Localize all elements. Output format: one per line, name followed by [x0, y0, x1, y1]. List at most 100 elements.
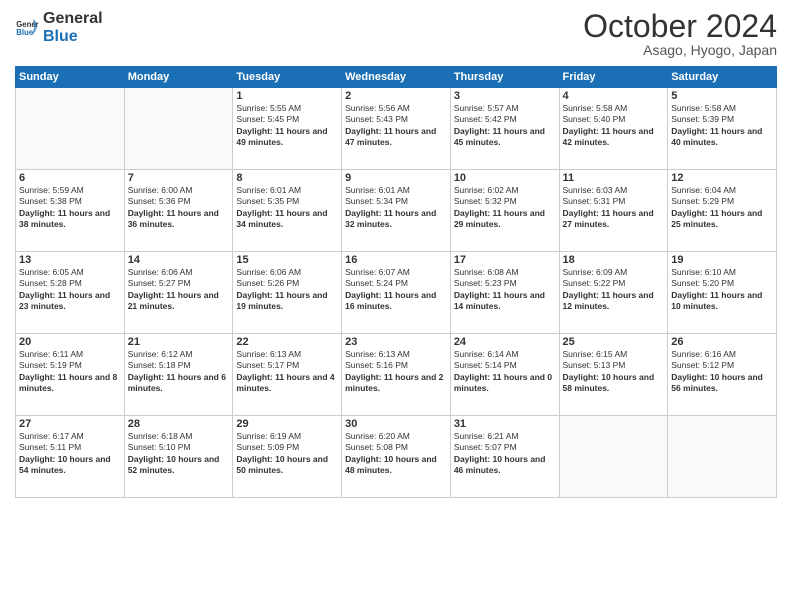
calendar-cell: 6Sunrise: 5:59 AMSunset: 5:38 PMDaylight…	[16, 170, 125, 252]
cell-info: Sunrise: 5:58 AMSunset: 5:39 PMDaylight:…	[671, 103, 773, 149]
cell-info: Sunrise: 6:05 AMSunset: 5:28 PMDaylight:…	[19, 267, 121, 313]
calendar-cell: 1Sunrise: 5:55 AMSunset: 5:45 PMDaylight…	[233, 88, 342, 170]
calendar-week-row: 27Sunrise: 6:17 AMSunset: 5:11 PMDayligh…	[16, 416, 777, 498]
day-number: 17	[454, 254, 556, 266]
header: General Blue General Blue October 2024 A…	[15, 10, 777, 58]
day-number: 24	[454, 336, 556, 348]
calendar-cell: 8Sunrise: 6:01 AMSunset: 5:35 PMDaylight…	[233, 170, 342, 252]
day-number: 27	[19, 418, 121, 430]
day-number: 1	[236, 90, 338, 102]
day-number: 11	[563, 172, 665, 184]
cell-info: Sunrise: 5:55 AMSunset: 5:45 PMDaylight:…	[236, 103, 338, 149]
cell-info: Sunrise: 6:06 AMSunset: 5:26 PMDaylight:…	[236, 267, 338, 313]
day-number: 23	[345, 336, 447, 348]
logo-icon: General Blue	[15, 16, 39, 40]
calendar-cell: 10Sunrise: 6:02 AMSunset: 5:32 PMDayligh…	[450, 170, 559, 252]
calendar-cell: 28Sunrise: 6:18 AMSunset: 5:10 PMDayligh…	[124, 416, 233, 498]
day-number: 4	[563, 90, 665, 102]
calendar-week-row: 20Sunrise: 6:11 AMSunset: 5:19 PMDayligh…	[16, 334, 777, 416]
calendar-cell: 21Sunrise: 6:12 AMSunset: 5:18 PMDayligh…	[124, 334, 233, 416]
day-number: 9	[345, 172, 447, 184]
calendar-cell: 11Sunrise: 6:03 AMSunset: 5:31 PMDayligh…	[559, 170, 668, 252]
day-number: 25	[563, 336, 665, 348]
cell-info: Sunrise: 6:02 AMSunset: 5:32 PMDaylight:…	[454, 185, 556, 231]
calendar-cell: 29Sunrise: 6:19 AMSunset: 5:09 PMDayligh…	[233, 416, 342, 498]
day-number: 16	[345, 254, 447, 266]
day-number: 21	[128, 336, 230, 348]
calendar-cell: 20Sunrise: 6:11 AMSunset: 5:19 PMDayligh…	[16, 334, 125, 416]
title-area: October 2024 Asago, Hyogo, Japan	[583, 10, 777, 58]
day-number: 8	[236, 172, 338, 184]
calendar-cell	[16, 88, 125, 170]
cell-info: Sunrise: 6:10 AMSunset: 5:20 PMDaylight:…	[671, 267, 773, 313]
calendar-cell: 23Sunrise: 6:13 AMSunset: 5:16 PMDayligh…	[342, 334, 451, 416]
weekday-row: SundayMondayTuesdayWednesdayThursdayFrid…	[16, 67, 777, 88]
cell-info: Sunrise: 5:58 AMSunset: 5:40 PMDaylight:…	[563, 103, 665, 149]
cell-info: Sunrise: 6:14 AMSunset: 5:14 PMDaylight:…	[454, 349, 556, 395]
day-number: 30	[345, 418, 447, 430]
calendar-cell: 16Sunrise: 6:07 AMSunset: 5:24 PMDayligh…	[342, 252, 451, 334]
cell-info: Sunrise: 6:13 AMSunset: 5:17 PMDaylight:…	[236, 349, 338, 395]
calendar-cell: 26Sunrise: 6:16 AMSunset: 5:12 PMDayligh…	[668, 334, 777, 416]
calendar-cell: 18Sunrise: 6:09 AMSunset: 5:22 PMDayligh…	[559, 252, 668, 334]
cell-info: Sunrise: 6:19 AMSunset: 5:09 PMDaylight:…	[236, 431, 338, 477]
cell-info: Sunrise: 6:16 AMSunset: 5:12 PMDaylight:…	[671, 349, 773, 395]
cell-info: Sunrise: 6:21 AMSunset: 5:07 PMDaylight:…	[454, 431, 556, 477]
calendar-cell: 25Sunrise: 6:15 AMSunset: 5:13 PMDayligh…	[559, 334, 668, 416]
day-number: 31	[454, 418, 556, 430]
cell-info: Sunrise: 6:07 AMSunset: 5:24 PMDaylight:…	[345, 267, 447, 313]
calendar-cell: 27Sunrise: 6:17 AMSunset: 5:11 PMDayligh…	[16, 416, 125, 498]
cell-info: Sunrise: 6:09 AMSunset: 5:22 PMDaylight:…	[563, 267, 665, 313]
cell-info: Sunrise: 6:11 AMSunset: 5:19 PMDaylight:…	[19, 349, 121, 395]
calendar-cell: 31Sunrise: 6:21 AMSunset: 5:07 PMDayligh…	[450, 416, 559, 498]
calendar-cell: 13Sunrise: 6:05 AMSunset: 5:28 PMDayligh…	[16, 252, 125, 334]
day-number: 19	[671, 254, 773, 266]
weekday-header: Tuesday	[233, 67, 342, 88]
cell-info: Sunrise: 6:13 AMSunset: 5:16 PMDaylight:…	[345, 349, 447, 395]
calendar-cell: 17Sunrise: 6:08 AMSunset: 5:23 PMDayligh…	[450, 252, 559, 334]
day-number: 18	[563, 254, 665, 266]
cell-info: Sunrise: 5:57 AMSunset: 5:42 PMDaylight:…	[454, 103, 556, 149]
cell-info: Sunrise: 6:17 AMSunset: 5:11 PMDaylight:…	[19, 431, 121, 477]
day-number: 26	[671, 336, 773, 348]
day-number: 3	[454, 90, 556, 102]
calendar-cell: 3Sunrise: 5:57 AMSunset: 5:42 PMDaylight…	[450, 88, 559, 170]
calendar-cell: 19Sunrise: 6:10 AMSunset: 5:20 PMDayligh…	[668, 252, 777, 334]
cell-info: Sunrise: 6:08 AMSunset: 5:23 PMDaylight:…	[454, 267, 556, 313]
cell-info: Sunrise: 6:00 AMSunset: 5:36 PMDaylight:…	[128, 185, 230, 231]
calendar-cell: 24Sunrise: 6:14 AMSunset: 5:14 PMDayligh…	[450, 334, 559, 416]
calendar-cell: 4Sunrise: 5:58 AMSunset: 5:40 PMDaylight…	[559, 88, 668, 170]
cell-info: Sunrise: 6:18 AMSunset: 5:10 PMDaylight:…	[128, 431, 230, 477]
day-number: 20	[19, 336, 121, 348]
calendar-body: 1Sunrise: 5:55 AMSunset: 5:45 PMDaylight…	[16, 88, 777, 498]
weekday-header: Wednesday	[342, 67, 451, 88]
weekday-header: Friday	[559, 67, 668, 88]
cell-info: Sunrise: 6:20 AMSunset: 5:08 PMDaylight:…	[345, 431, 447, 477]
calendar-week-row: 1Sunrise: 5:55 AMSunset: 5:45 PMDaylight…	[16, 88, 777, 170]
svg-text:Blue: Blue	[16, 28, 34, 37]
cell-info: Sunrise: 6:01 AMSunset: 5:34 PMDaylight:…	[345, 185, 447, 231]
calendar-week-row: 13Sunrise: 6:05 AMSunset: 5:28 PMDayligh…	[16, 252, 777, 334]
day-number: 15	[236, 254, 338, 266]
day-number: 12	[671, 172, 773, 184]
weekday-header: Saturday	[668, 67, 777, 88]
calendar-container: General Blue General Blue October 2024 A…	[0, 0, 792, 612]
calendar-cell: 7Sunrise: 6:00 AMSunset: 5:36 PMDaylight…	[124, 170, 233, 252]
calendar-cell: 5Sunrise: 5:58 AMSunset: 5:39 PMDaylight…	[668, 88, 777, 170]
calendar-cell: 14Sunrise: 6:06 AMSunset: 5:27 PMDayligh…	[124, 252, 233, 334]
day-number: 6	[19, 172, 121, 184]
cell-info: Sunrise: 5:59 AMSunset: 5:38 PMDaylight:…	[19, 185, 121, 231]
cell-info: Sunrise: 6:12 AMSunset: 5:18 PMDaylight:…	[128, 349, 230, 395]
day-number: 29	[236, 418, 338, 430]
cell-info: Sunrise: 6:03 AMSunset: 5:31 PMDaylight:…	[563, 185, 665, 231]
day-number: 14	[128, 254, 230, 266]
calendar-week-row: 6Sunrise: 5:59 AMSunset: 5:38 PMDaylight…	[16, 170, 777, 252]
location-subtitle: Asago, Hyogo, Japan	[583, 42, 777, 58]
day-number: 5	[671, 90, 773, 102]
calendar-cell: 9Sunrise: 6:01 AMSunset: 5:34 PMDaylight…	[342, 170, 451, 252]
cell-info: Sunrise: 5:56 AMSunset: 5:43 PMDaylight:…	[345, 103, 447, 149]
calendar-cell: 22Sunrise: 6:13 AMSunset: 5:17 PMDayligh…	[233, 334, 342, 416]
weekday-header: Monday	[124, 67, 233, 88]
month-title: October 2024	[583, 10, 777, 42]
logo: General Blue General Blue	[15, 10, 103, 45]
